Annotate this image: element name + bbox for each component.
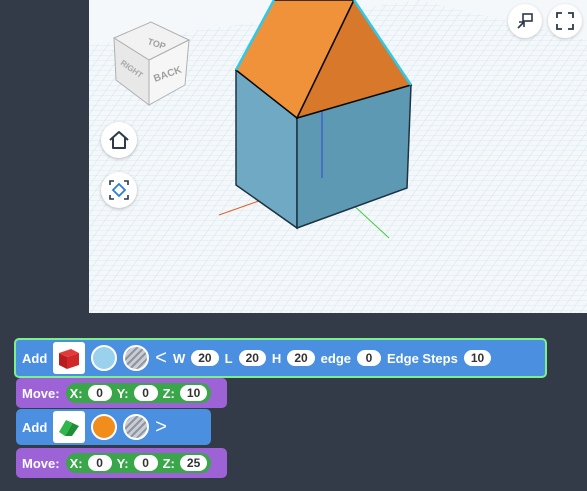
y-label: Y: [116, 455, 129, 471]
y-input[interactable]: 0 [133, 385, 158, 401]
3d-scene[interactable]: TOP BACK RIGHT [89, 0, 587, 313]
edge-steps-input[interactable]: 10 [463, 350, 492, 366]
home-icon [109, 131, 129, 149]
xyz-input-group: X: 0 Y: 0 Z: 10 [65, 383, 212, 403]
add-box-block[interactable]: Add < W 20 L 20 H 20 edge 0 Edge Steps 1… [14, 338, 547, 378]
minimize-view-button[interactable] [508, 4, 542, 38]
length-input[interactable]: 20 [238, 350, 266, 366]
add-roof-block[interactable]: Add > [16, 409, 211, 445]
x-label: X: [69, 385, 83, 401]
shape-thumbnail[interactable] [53, 411, 86, 443]
add-block-label: Add [22, 350, 48, 366]
home-view-button[interactable] [101, 122, 137, 158]
z-input[interactable]: 10 [179, 385, 208, 401]
xyz-input-group: X: 0 Y: 0 Z: 25 [65, 453, 212, 473]
color-swatch-orange[interactable] [91, 414, 118, 440]
y-label: Y: [116, 385, 129, 401]
roof-shape-icon [59, 420, 80, 436]
x-input[interactable]: 0 [87, 385, 112, 401]
x-label: X: [69, 455, 83, 471]
length-label: L [224, 350, 233, 366]
add-block-label: Add [22, 419, 48, 435]
y-input[interactable]: 0 [133, 455, 158, 471]
box-shape-icon [59, 349, 80, 369]
fullscreen-button[interactable] [548, 4, 582, 38]
minimize-icon [517, 13, 533, 29]
fit-view-icon [109, 180, 129, 200]
z-label: Z: [162, 385, 175, 401]
height-input[interactable]: 20 [287, 350, 315, 366]
expand-chevron-icon[interactable]: > [155, 417, 167, 437]
height-label: H [271, 350, 282, 366]
move-block-label: Move: [22, 385, 60, 401]
shape-thumbnail[interactable] [53, 342, 86, 374]
edge-label: edge [320, 350, 352, 366]
z-label: Z: [162, 455, 175, 471]
fit-view-button[interactable] [101, 172, 137, 208]
x-input[interactable]: 0 [87, 455, 112, 471]
move-block-label: Move: [22, 455, 60, 471]
width-label: W [172, 350, 186, 366]
fullscreen-icon [556, 12, 574, 30]
move-block[interactable]: Move: X: 0 Y: 0 Z: 25 [16, 448, 227, 478]
color-swatch-light-blue[interactable] [91, 345, 118, 371]
hole-toggle-swatch[interactable] [123, 345, 150, 371]
collapse-chevron-icon[interactable]: < [155, 348, 167, 368]
hole-toggle-swatch[interactable] [123, 414, 150, 440]
workplane-viewport[interactable]: TOP BACK RIGHT [89, 0, 587, 313]
edge-input[interactable]: 0 [357, 350, 382, 366]
move-block[interactable]: Move: X: 0 Y: 0 Z: 10 [16, 378, 227, 408]
edge-steps-label: Edge Steps [387, 350, 458, 366]
width-input[interactable]: 20 [191, 350, 219, 366]
z-input[interactable]: 25 [179, 455, 208, 471]
